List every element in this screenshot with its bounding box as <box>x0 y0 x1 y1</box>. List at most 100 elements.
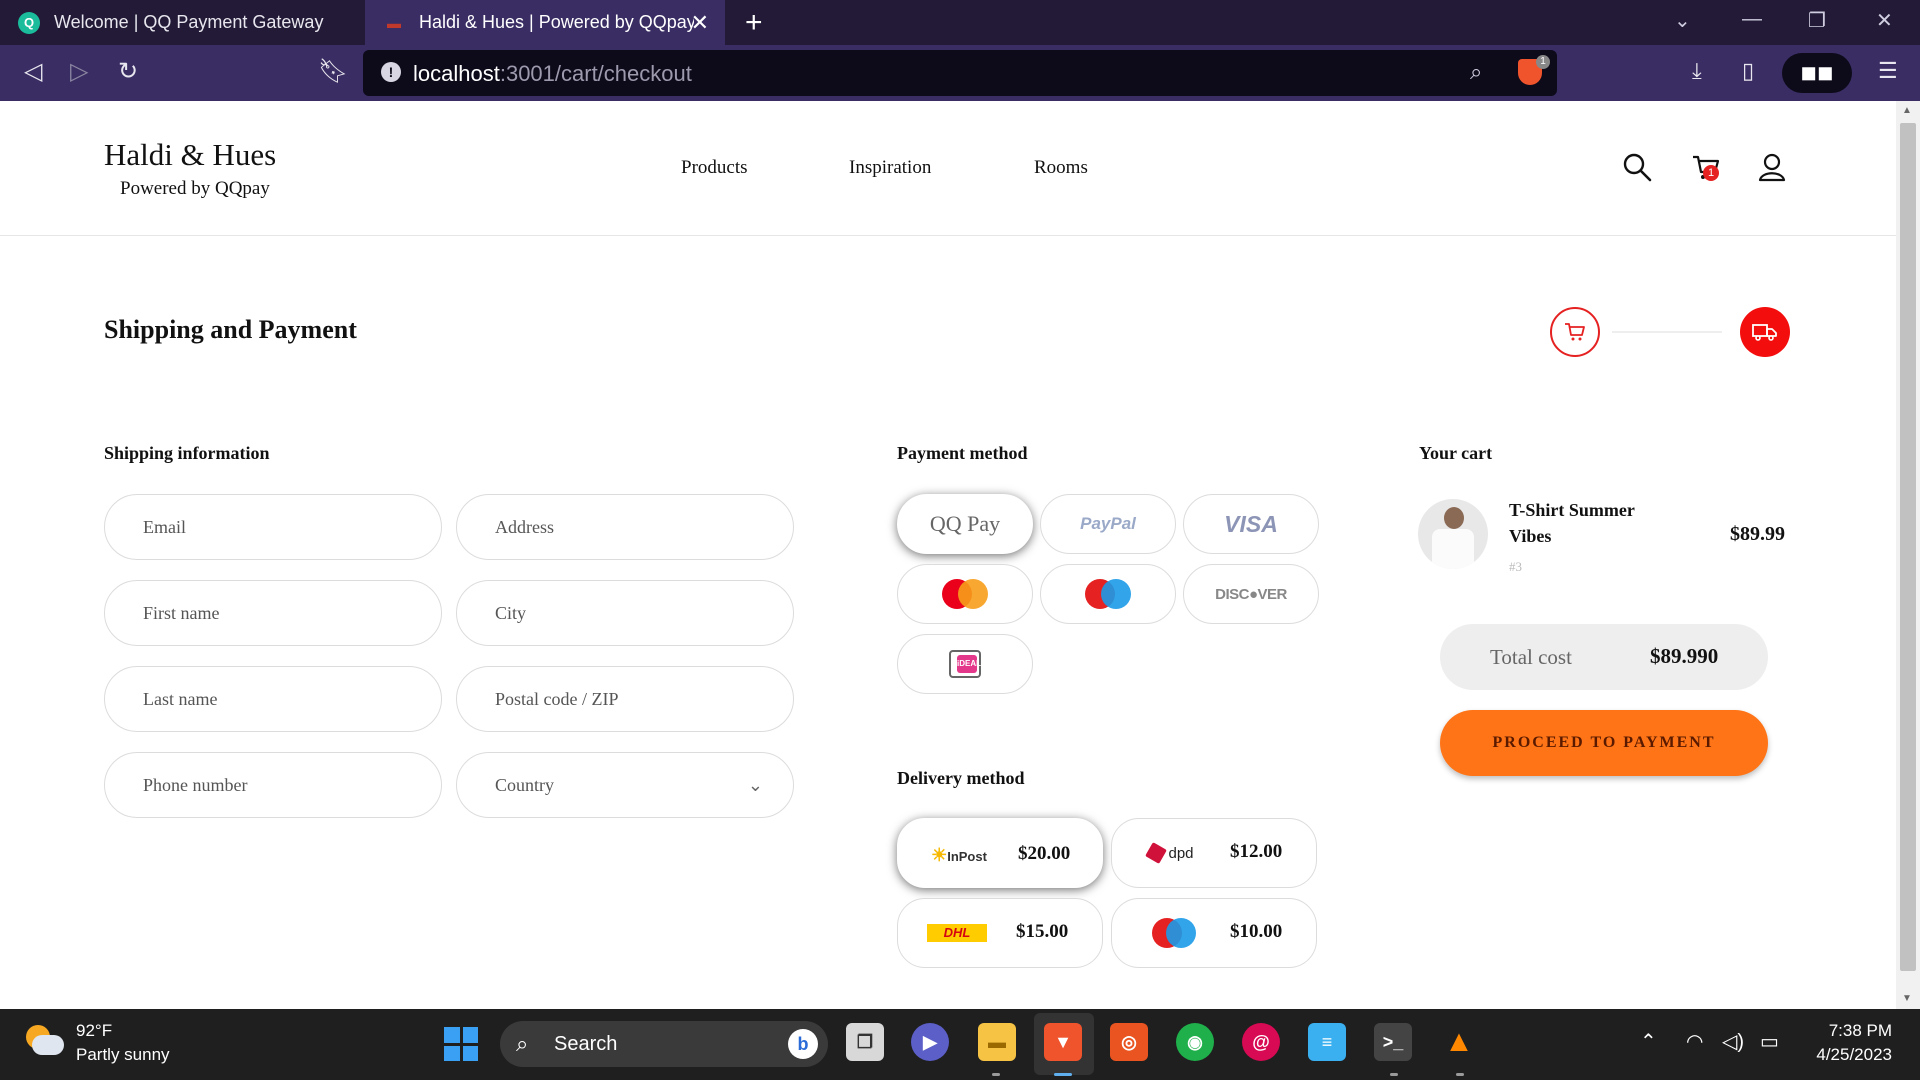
scroll-up-icon[interactable]: ▲ <box>1902 105 1912 116</box>
cart-heading: Your cart <box>1419 443 1493 463</box>
truck-icon <box>1752 324 1777 341</box>
nav-rooms[interactable]: Rooms <box>1034 157 1088 179</box>
payment-option-paypal[interactable]: PayPal <box>1040 494 1176 554</box>
step-shipping[interactable] <box>1740 307 1790 357</box>
private-glasses-icon[interactable]: ◼◼ <box>1782 53 1852 93</box>
maestro-logo-icon <box>1085 579 1131 609</box>
address-field[interactable]: Address <box>456 494 794 560</box>
payment-option-discover[interactable]: DISC●VER <box>1183 564 1319 624</box>
notepad-icon[interactable]: ≡ <box>1308 1023 1346 1061</box>
dhl-logo-icon: DHL <box>924 919 990 947</box>
url-text[interactable]: localhost:3001/cart/checkout <box>413 61 692 87</box>
reload-icon[interactable]: ↻ <box>118 57 138 86</box>
address-bar[interactable]: ! localhost:3001/cart/checkout ⌕ 1 <box>363 50 1557 96</box>
brand-name[interactable]: Haldi & Hues <box>104 137 276 173</box>
delivery-price: $20.00 <box>1018 843 1071 864</box>
last-name-field[interactable]: Last name <box>104 666 442 732</box>
sidebar-icon[interactable]: ▯ <box>1742 58 1754 84</box>
zoom-icon[interactable]: ⌕ <box>1470 59 1482 85</box>
email-field[interactable]: Email <box>104 494 442 560</box>
volume-icon[interactable]: ◁) <box>1722 1029 1744 1054</box>
close-window-icon[interactable]: ✕ <box>1876 8 1893 33</box>
back-icon[interactable]: ◁ <box>24 57 42 86</box>
weather-temperature[interactable]: 92°F <box>76 1021 112 1041</box>
tab-welcome[interactable]: Q Welcome | QQ Payment Gateway <box>0 0 365 45</box>
country-select[interactable]: Country ⌄ <box>456 752 794 818</box>
payment-option-mastercard[interactable] <box>897 564 1033 624</box>
delivery-option-dpd[interactable]: dpd $12.00 <box>1111 818 1317 888</box>
chevron-down-icon: ⌄ <box>747 775 763 795</box>
nav-inspiration[interactable]: Inspiration <box>849 157 931 179</box>
battery-icon[interactable]: ▭ <box>1760 1029 1779 1054</box>
file-explorer-icon[interactable]: ▬ <box>978 1023 1016 1061</box>
payment-option-maestro[interactable] <box>1040 564 1176 624</box>
city-field[interactable]: City <box>456 580 794 646</box>
clock-date[interactable]: 4/25/2023 <box>1800 1045 1892 1065</box>
vlc-icon[interactable]: ▲ <box>1440 1023 1478 1061</box>
forward-icon[interactable]: ▷ <box>70 57 88 86</box>
close-tab-icon[interactable]: ✕ <box>691 10 709 36</box>
page-scrollbar[interactable]: ▲ ▼ <box>1896 101 1920 1009</box>
step-connector <box>1612 331 1722 333</box>
user-icon[interactable] <box>1756 151 1788 183</box>
shipping-heading: Shipping information <box>104 443 270 463</box>
tab-haldi-hues[interactable]: ▬ Haldi & Hues | Powered by QQpay ✕ <box>365 0 725 45</box>
proceed-to-payment-button[interactable]: PROCEED TO PAYMENT <box>1440 710 1768 776</box>
terminal-icon[interactable]: >_ <box>1374 1023 1412 1061</box>
first-name-field[interactable]: First name <box>104 580 442 646</box>
browser-tab-bar: Q Welcome | QQ Payment Gateway ▬ Haldi &… <box>0 0 1920 45</box>
site-info-icon[interactable]: ! <box>381 62 401 82</box>
product-thumbnail[interactable] <box>1418 499 1488 569</box>
delivery-option-inpost[interactable]: ☀InPost $20.00 <box>897 818 1103 888</box>
download-icon[interactable]: ⤓ <box>1692 58 1702 84</box>
bookmark-icon[interactable]: 🔖︎ <box>318 57 348 86</box>
scrollbar-thumb[interactable] <box>1900 123 1916 971</box>
payment-option-ideal[interactable]: iDEAL <box>897 634 1033 694</box>
payment-heading: Payment method <box>897 443 1028 463</box>
product-id: #3 <box>1509 559 1522 574</box>
tab-search-chevron-icon[interactable]: ⌄ <box>1674 8 1691 33</box>
brave-shield-icon[interactable]: 1 <box>1518 55 1550 85</box>
new-tab-icon[interactable]: + <box>745 6 763 40</box>
visa-logo-icon: VISA <box>1224 510 1278 537</box>
minimize-icon[interactable]: — <box>1742 8 1762 31</box>
weather-condition[interactable]: Partly sunny <box>76 1045 170 1065</box>
postal-code-field[interactable]: Postal code / ZIP <box>456 666 794 732</box>
show-hidden-icons-chevron-icon[interactable]: ⌃ <box>1640 1029 1657 1054</box>
restore-icon[interactable]: ❐ <box>1808 8 1826 33</box>
clock-time[interactable]: 7:38 PM <box>1808 1021 1892 1041</box>
ubuntu-icon[interactable]: ◎ <box>1110 1023 1148 1061</box>
mastercard-logo-icon <box>942 579 988 609</box>
total-cost-box: Total cost $89.990 <box>1440 624 1768 690</box>
step-cart[interactable] <box>1550 307 1600 357</box>
product-price: $89.99 <box>1730 523 1785 545</box>
checkout-page: Haldi & Hues Powered by QQpay Products I… <box>0 101 1896 1009</box>
app-running-indicator <box>1456 1073 1464 1076</box>
nav-products[interactable]: Products <box>681 157 748 179</box>
debian-icon[interactable]: @ <box>1242 1023 1280 1061</box>
brave-browser-icon[interactable]: ▼ <box>1044 1023 1082 1061</box>
product-name[interactable]: T-Shirt Summer Vibes <box>1509 497 1669 549</box>
payment-option-qqpay[interactable]: QQ Pay <box>897 494 1033 554</box>
country-select-label: Country <box>495 775 555 795</box>
wifi-icon[interactable]: ◠ <box>1686 1029 1703 1054</box>
teams-chat-icon[interactable]: ▶ <box>911 1023 949 1061</box>
delivery-option-maestro[interactable]: $10.00 <box>1111 898 1317 968</box>
bing-icon[interactable]: b <box>788 1029 818 1059</box>
partly-sunny-icon[interactable] <box>26 1025 64 1059</box>
windows-start-icon[interactable] <box>444 1027 478 1061</box>
scroll-down-icon[interactable]: ▼ <box>1902 993 1912 1004</box>
cart-count-badge: 1 <box>1703 165 1719 181</box>
menu-icon[interactable]: ☰ <box>1878 58 1898 84</box>
dpd-logo-icon: dpd <box>1138 839 1204 867</box>
gitkraken-icon[interactable]: ◉ <box>1176 1023 1214 1061</box>
inpost-logo-icon: ☀InPost <box>931 844 987 865</box>
task-view-icon[interactable]: ❐ <box>846 1023 884 1061</box>
tab-title: Haldi & Hues | Powered by QQpay <box>419 12 694 32</box>
taskbar-search[interactable]: ⌕ Search b <box>500 1021 828 1067</box>
phone-field[interactable]: Phone number <box>104 752 442 818</box>
delivery-option-dhl[interactable]: DHL $15.00 <box>897 898 1103 968</box>
search-icon[interactable] <box>1621 151 1653 183</box>
discover-logo-icon: DISC●VER <box>1215 585 1287 603</box>
payment-option-visa[interactable]: VISA <box>1183 494 1319 554</box>
